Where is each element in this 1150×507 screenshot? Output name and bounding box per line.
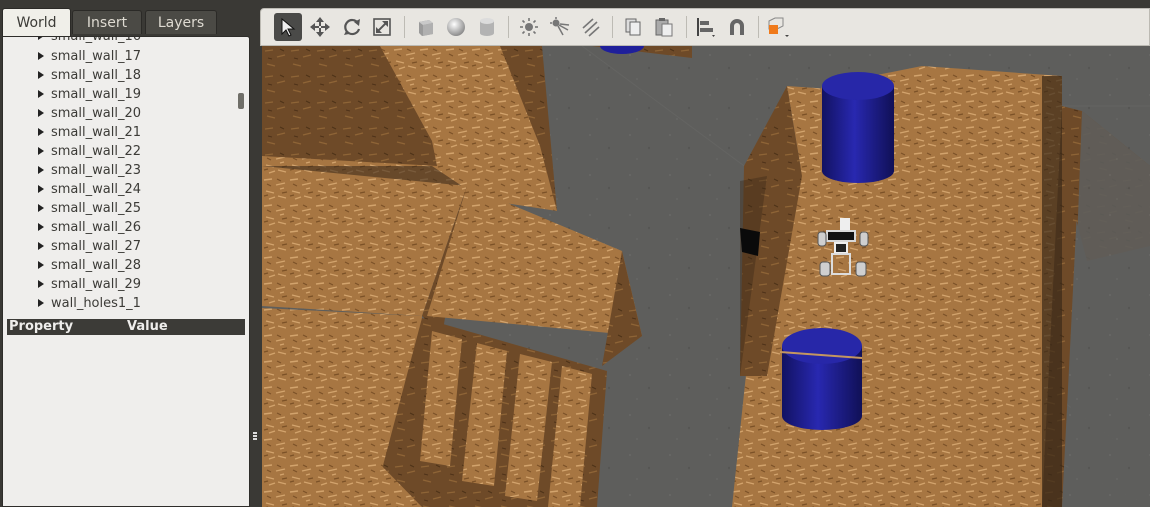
- directional-light-icon[interactable]: [577, 13, 605, 41]
- property-column-header: Property: [9, 319, 74, 334]
- model-tree: small_wall_16 small_wall_17 small_wall_1…: [3, 37, 235, 315]
- panel-tabs: World Insert Layers: [0, 8, 253, 36]
- toolbar-separator: [686, 16, 687, 38]
- tree-item-label: small_wall_17: [51, 49, 141, 64]
- tree-item-label: small_wall_19: [51, 87, 141, 102]
- tree-item-label: small_wall_26: [51, 220, 141, 235]
- expand-arrow-icon[interactable]: [38, 280, 44, 288]
- toolbar-separator: [612, 16, 613, 38]
- box-shape-icon[interactable]: [411, 13, 439, 41]
- wall-hole: [740, 228, 760, 256]
- cylinder-shape-icon[interactable]: [473, 13, 501, 41]
- snap-magnet-icon[interactable]: [723, 13, 751, 41]
- toolbar-separator: [758, 16, 759, 38]
- scale-icon[interactable]: [368, 13, 396, 41]
- scrollbar-thumb[interactable]: [238, 93, 244, 109]
- expand-arrow-icon[interactable]: [38, 37, 44, 40]
- main-toolbar: [260, 8, 1150, 46]
- expand-arrow-icon[interactable]: [38, 261, 44, 269]
- side-panel-grip[interactable]: [253, 432, 257, 442]
- point-light-icon[interactable]: [515, 13, 543, 41]
- expand-arrow-icon[interactable]: [38, 223, 44, 231]
- expand-arrow-icon[interactable]: [38, 299, 44, 307]
- expand-arrow-icon[interactable]: [38, 185, 44, 193]
- tree-item-label: small_wall_18: [51, 68, 141, 83]
- panel-splitter-handle[interactable]: [122, 313, 130, 328]
- view-angle-icon[interactable]: [763, 13, 791, 41]
- paste-icon[interactable]: [650, 13, 678, 41]
- expand-arrow-icon[interactable]: [38, 204, 44, 212]
- rotate-icon[interactable]: [338, 13, 366, 41]
- tree-item-label: small_wall_27: [51, 239, 141, 254]
- property-table-header: Property Value: [7, 319, 245, 335]
- expand-arrow-icon[interactable]: [38, 242, 44, 250]
- corridor-right: [732, 66, 1062, 507]
- world-panel-body: small_wall_16 small_wall_17 small_wall_1…: [2, 36, 250, 507]
- expand-arrow-icon[interactable]: [38, 71, 44, 79]
- toolbar-separator: [508, 16, 509, 38]
- value-column-header: Value: [127, 319, 168, 334]
- expand-arrow-icon[interactable]: [38, 109, 44, 117]
- tree-item-label: small_wall_23: [51, 163, 141, 178]
- spot-light-icon[interactable]: [546, 13, 574, 41]
- align-icon[interactable]: [693, 13, 721, 41]
- toolbar-separator: [404, 16, 405, 38]
- gazebo-window: World Insert Layers small_wall_16 small_…: [0, 0, 1150, 507]
- scene-viewport[interactable]: [262, 46, 1150, 507]
- barrel-bottom: [779, 328, 863, 430]
- tab-insert[interactable]: Insert: [72, 10, 142, 34]
- tree-item-label: small_wall_24: [51, 182, 141, 197]
- expand-arrow-icon[interactable]: [38, 147, 44, 155]
- scene-render: [262, 46, 1150, 507]
- tree-item-label: small_wall_16: [51, 37, 141, 46]
- tree-item-label: small_wall_20: [51, 106, 141, 121]
- tree-item-label: small_wall_25: [51, 201, 141, 216]
- tree-item-label: small_wall_28: [51, 258, 141, 273]
- select-arrow-icon[interactable]: [274, 13, 302, 41]
- translate-icon[interactable]: [306, 13, 334, 41]
- expand-arrow-icon[interactable]: [38, 52, 44, 60]
- copy-icon[interactable]: [619, 13, 647, 41]
- tree-item-label: small_wall_22: [51, 144, 141, 159]
- expand-arrow-icon[interactable]: [38, 166, 44, 174]
- left-panel: World Insert Layers small_wall_16 small_…: [0, 0, 257, 507]
- tree-scrollbar[interactable]: [235, 37, 247, 315]
- tab-world[interactable]: World: [2, 8, 71, 36]
- expand-arrow-icon[interactable]: [38, 90, 44, 98]
- tree-item-label: small_wall_29: [51, 277, 141, 292]
- sphere-shape-icon[interactable]: [442, 13, 470, 41]
- barrel-top: [822, 72, 894, 183]
- tree-item-label: small_wall_21: [51, 125, 141, 140]
- expand-arrow-icon[interactable]: [38, 128, 44, 136]
- tree-item-label: wall_holes1_1: [51, 296, 141, 311]
- tab-layers[interactable]: Layers: [145, 10, 217, 34]
